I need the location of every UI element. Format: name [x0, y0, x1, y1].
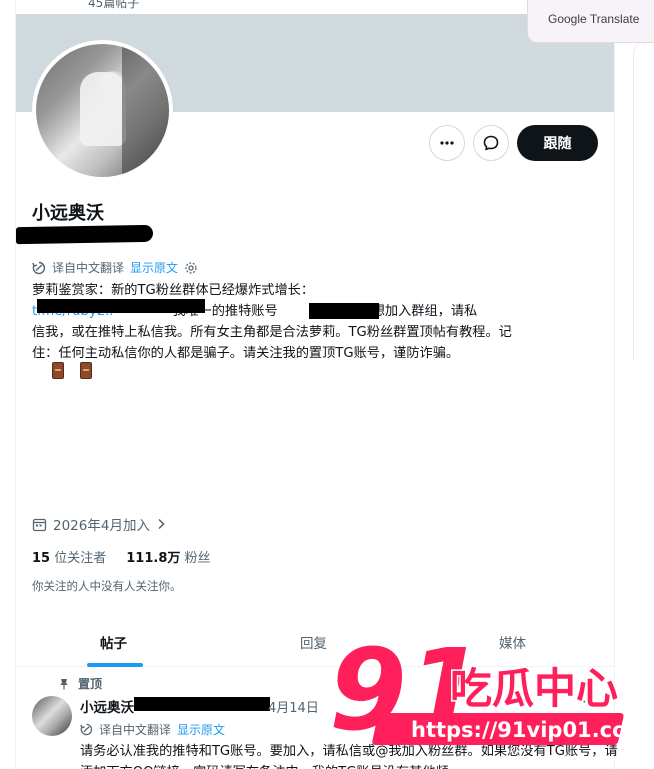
- chevron-right-icon: [158, 518, 165, 530]
- gear-icon[interactable]: [184, 261, 198, 275]
- follow-stats: 15 位关注者 111.8万 粉丝: [32, 547, 211, 566]
- profile-display-name: 小远奥沃: [32, 203, 104, 224]
- pin-icon: [60, 678, 68, 689]
- bio-line-3: 信我，或在推特上私信我。所有女主角都是合法萝莉。TG粉丝群置顶帖有教程。记: [32, 325, 512, 340]
- joined-date[interactable]: 2026年4月加入: [32, 514, 166, 534]
- follow-button[interactable]: 跟随: [517, 125, 598, 161]
- chat-bubble-icon: [483, 135, 499, 151]
- pinned-indicator: 置顶: [58, 675, 102, 692]
- avatar-photo: [36, 44, 169, 177]
- post-show-original-link[interactable]: 显示原文: [177, 721, 225, 738]
- post-date[interactable]: 4月14日: [268, 697, 319, 716]
- redacted-bio-text: [37, 299, 205, 313]
- following-count: 15: [32, 551, 51, 566]
- door-emoji-icon: [52, 362, 64, 379]
- joined-label: 2026年4月加入: [53, 518, 150, 534]
- bio-translation-notice: 译自中文翻译 显示原文: [32, 259, 198, 276]
- post-translated-from: 译自中文翻译: [99, 723, 172, 737]
- pinned-label: 置顶: [78, 677, 103, 691]
- more-icon: [440, 141, 454, 145]
- calendar-icon: [32, 518, 47, 531]
- show-original-link[interactable]: 显示原文: [130, 259, 178, 276]
- site-watermark: 91 吃瓜中心 https://91vip01.com: [328, 625, 649, 758]
- message-button[interactable]: [473, 125, 509, 161]
- tab-posts[interactable]: 帖子: [100, 632, 127, 652]
- profile-header-bar: 45篇帖子: [16, 0, 614, 14]
- translate-icon: [32, 261, 46, 274]
- mutual-followers-note: 你关注的人中没有人关注你。: [32, 579, 182, 593]
- tab-replies[interactable]: 回复: [300, 632, 327, 652]
- door-emoji-icon: [80, 362, 92, 379]
- post-author-name[interactable]: 小远奥沃: [80, 696, 134, 716]
- bio-line-4: 住：任何主动私信你的人都是骗子。请关注我的置顶TG账号，谨防诈骗。: [32, 346, 460, 361]
- google-translate-popup[interactable]: Google Translate: [527, 0, 654, 43]
- redacted-handle: [16, 224, 153, 245]
- right-sidebar-panel: [633, 40, 654, 360]
- watermark-url: https://91vip01.com: [411, 718, 648, 742]
- translate-icon: [80, 723, 93, 736]
- translated-from-label: 译自中文翻译: [52, 261, 125, 275]
- redacted-bio-handle: [309, 303, 379, 319]
- followers-count: 111.8万: [126, 551, 181, 566]
- followers-link[interactable]: 111.8万 粉丝: [126, 547, 210, 566]
- more-options-button[interactable]: [429, 125, 465, 161]
- post-translation-notice: 译自中文翻译 显示原文: [80, 721, 225, 738]
- post-author-avatar[interactable]: [32, 696, 72, 736]
- post-count: 45篇帖子: [88, 0, 140, 10]
- bio-line-1: 萝莉鉴赏家：新的TG粉丝群体已经爆炸式增长：: [32, 283, 315, 298]
- active-tab-indicator: [87, 663, 143, 667]
- watermark-logo-text: 吃瓜中心: [450, 664, 618, 713]
- profile-bio: 萝莉鉴赏家：新的TG粉丝群体已经爆炸式增长： t.me/ruby2.. 我唯一的…: [32, 280, 584, 364]
- redacted-post-handle: [134, 697, 270, 711]
- following-link[interactable]: 15 位关注者: [32, 547, 106, 566]
- google-translate-label: Google Translate: [548, 12, 640, 26]
- profile-avatar[interactable]: [32, 40, 173, 181]
